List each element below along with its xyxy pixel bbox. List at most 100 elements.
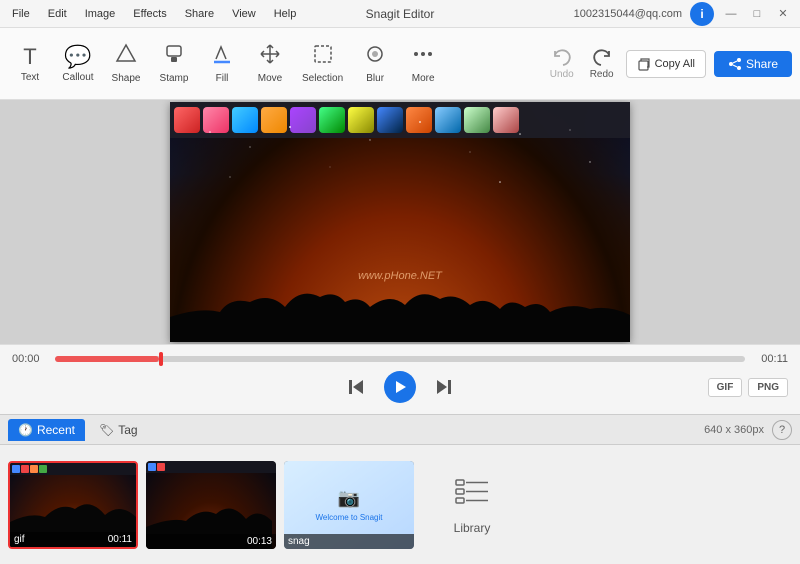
main-area: www.pHone.NET 00:00 00:11 GIF PNG: [0, 100, 800, 564]
thumb2-icon-1: [148, 463, 156, 471]
desktop-icon-1: [174, 107, 200, 133]
thumb1-icon-2: [21, 465, 29, 473]
tag-icon: 🏷: [99, 423, 114, 437]
selection-label: Selection: [302, 73, 343, 84]
bottom-content: gif 00:11: [0, 445, 800, 564]
menu-file[interactable]: File: [8, 6, 34, 22]
timeline-progress: [55, 356, 159, 362]
tool-text[interactable]: T Text: [8, 40, 52, 87]
maximize-button[interactable]: □: [748, 5, 766, 23]
tool-more[interactable]: More: [401, 39, 445, 88]
desktop-icon-12: [493, 107, 519, 133]
bottom-tab-right: 640 x 360px ?: [704, 420, 792, 440]
callout-icon: 💬: [64, 44, 91, 70]
stamp-icon: [163, 43, 185, 71]
library-label: Library: [454, 521, 491, 535]
title-bar-left: File Edit Image Effects Share View Help: [8, 6, 300, 22]
bottom-tabs: 🕐 Recent 🏷 Tag 640 x 360px ?: [0, 415, 800, 445]
share-icon: [728, 57, 742, 71]
menu-view[interactable]: View: [228, 6, 260, 22]
thumbnail-1[interactable]: gif 00:11: [8, 461, 138, 549]
blur-icon: [364, 43, 386, 71]
shape-icon: [115, 43, 137, 71]
canvas-area[interactable]: www.pHone.NET: [0, 100, 800, 344]
more-label: More: [412, 73, 435, 84]
timeline-row: 00:00 00:11: [12, 353, 788, 365]
copy-icon: [637, 57, 651, 71]
thumb1-icon-1: [12, 465, 20, 473]
redo-icon: [591, 47, 613, 69]
fill-label: Fill: [216, 73, 229, 84]
title-bar-right: 1002315044@qq.com i — □ ✕: [574, 2, 792, 26]
canvas-watermark: www.pHone.NET: [358, 270, 442, 282]
tool-shape[interactable]: Shape: [104, 39, 148, 88]
timeline-thumb[interactable]: [159, 352, 163, 366]
tool-move[interactable]: Move: [248, 39, 292, 88]
recent-label: Recent: [37, 423, 75, 437]
help-button[interactable]: ?: [772, 420, 792, 440]
stamp-label: Stamp: [160, 73, 189, 84]
undo-button[interactable]: Undo: [546, 45, 578, 82]
timeline-track[interactable]: [55, 356, 745, 362]
controls-row: GIF PNG: [12, 371, 788, 403]
tool-blur[interactable]: Blur: [353, 39, 397, 88]
menu-image[interactable]: Image: [81, 6, 120, 22]
thumb1-type: gif: [14, 534, 25, 545]
thumb2-duration: 00:13: [247, 536, 272, 547]
fill-icon: [211, 43, 233, 71]
title-bar: File Edit Image Effects Share View Help …: [0, 0, 800, 28]
tag-label: Tag: [118, 423, 137, 437]
blur-label: Blur: [366, 73, 384, 84]
tool-fill[interactable]: Fill: [200, 39, 244, 88]
tool-callout[interactable]: 💬 Callout: [56, 40, 100, 87]
start-time: 00:00: [12, 353, 47, 365]
desktop-icon-3: [232, 107, 258, 133]
menu-edit[interactable]: Edit: [44, 6, 71, 22]
tool-stamp[interactable]: Stamp: [152, 39, 196, 88]
desktop-icon-10: [435, 107, 461, 133]
thumb1-taskbar: [10, 463, 136, 475]
menu-effects[interactable]: Effects: [129, 6, 170, 22]
menu-share[interactable]: Share: [181, 6, 218, 22]
menu-help[interactable]: Help: [270, 6, 301, 22]
toolbar: T Text 💬 Callout Shape Stamp Fill Move S…: [0, 28, 800, 100]
thumb1-icon-4: [39, 465, 47, 473]
more-icon: [412, 43, 434, 71]
thumb3-snagit-icon: 📷: [338, 488, 360, 509]
thumbnail-2[interactable]: 00:13: [146, 461, 276, 549]
play-button[interactable]: [384, 371, 416, 403]
app-title: Snagit Editor: [366, 7, 435, 21]
undo-icon: [551, 47, 573, 69]
library-icon: [454, 474, 490, 513]
desktop-icon-6: [319, 107, 345, 133]
minimize-button[interactable]: —: [722, 5, 740, 23]
desktop-icon-4: [261, 107, 287, 133]
desktop-icon-7: [348, 107, 374, 133]
tab-recent[interactable]: 🕐 Recent: [8, 419, 85, 441]
tool-selection[interactable]: Selection: [296, 39, 349, 88]
export-gif-button[interactable]: GIF: [708, 378, 743, 397]
library-item[interactable]: Library: [422, 461, 522, 549]
desktop-icon-2: [203, 107, 229, 133]
thumbnail-3[interactable]: 📷 Welcome to Snagit snag: [284, 461, 414, 549]
redo-button[interactable]: Redo: [586, 45, 618, 82]
redo-label: Redo: [590, 69, 614, 80]
end-time: 00:11: [753, 353, 788, 365]
undo-label: Undo: [550, 69, 574, 80]
text-label: Text: [21, 72, 39, 83]
step-back-button[interactable]: [344, 375, 368, 399]
tab-tag[interactable]: 🏷 Tag: [89, 419, 148, 441]
export-png-button[interactable]: PNG: [748, 378, 788, 397]
close-button[interactable]: ✕: [774, 5, 792, 23]
share-button[interactable]: Share: [714, 51, 792, 77]
step-forward-button[interactable]: [432, 375, 456, 399]
selection-icon: [312, 43, 334, 71]
toolbar-right: Undo Redo Copy All Share: [546, 45, 792, 82]
menu-bar: File Edit Image Effects Share View Help: [8, 6, 300, 22]
copy-all-button[interactable]: Copy All: [626, 50, 706, 78]
dimensions-label: 640 x 360px: [704, 424, 764, 436]
profile-icon[interactable]: i: [690, 2, 714, 26]
export-buttons: GIF PNG: [708, 378, 788, 397]
desktop-icon-11: [464, 107, 490, 133]
copy-all-label: Copy All: [655, 58, 695, 70]
